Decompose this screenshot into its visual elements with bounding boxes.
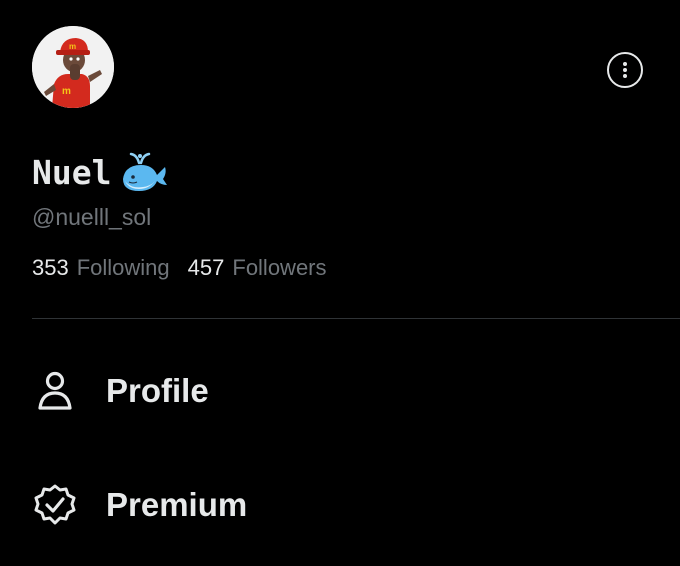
more-options-icon (623, 62, 627, 78)
whale-emoji-icon (123, 152, 168, 191)
following-label: Following (76, 255, 170, 280)
verified-badge-icon (32, 482, 78, 528)
followers-link[interactable]: 457 Followers (188, 255, 327, 281)
menu-item-profile[interactable]: Profile (32, 366, 209, 416)
followers-count: 457 (187, 255, 225, 280)
following-count: 353 (32, 255, 69, 280)
svg-text:m: m (69, 42, 76, 51)
divider (32, 318, 680, 319)
avatar-image: m m (32, 26, 114, 108)
display-name: Nuel (32, 152, 112, 192)
person-icon (32, 368, 78, 414)
display-name-row: Nuel (32, 148, 169, 196)
follow-stats: 353 Following 457 Followers (32, 255, 327, 281)
more-options-button[interactable] (607, 52, 643, 88)
menu-item-label: Profile (106, 372, 209, 409)
following-link[interactable]: 353 Following (32, 255, 170, 281)
user-handle: @nuelll_sol (32, 204, 152, 230)
menu-item-label: Premium (106, 486, 248, 523)
followers-label: Followers (232, 255, 327, 280)
avatar[interactable]: m m (32, 26, 114, 108)
svg-text:m: m (62, 86, 71, 97)
menu-item-premium[interactable]: Premium (32, 480, 247, 530)
